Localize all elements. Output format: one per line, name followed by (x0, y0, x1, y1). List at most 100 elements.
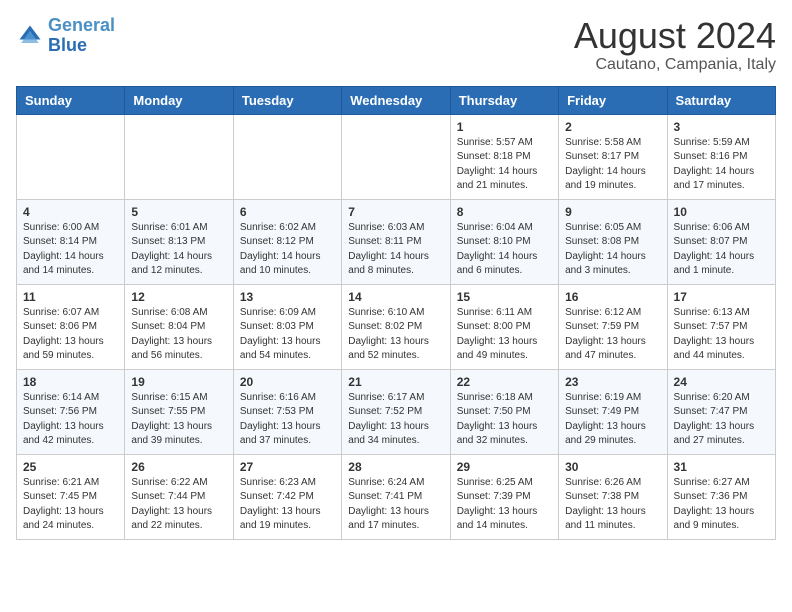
day-number: 28 (348, 460, 443, 474)
calendar-cell: 9 Sunrise: 6:05 AM Sunset: 8:08 PM Daylig… (559, 199, 667, 284)
calendar-cell: 28 Sunrise: 6:24 AM Sunset: 7:41 PM Dayli… (342, 454, 450, 539)
day-info: Sunrise: 6:10 AM Sunset: 8:02 PM Dayligh… (348, 306, 443, 364)
day-number: 9 (565, 205, 660, 219)
day-number: 25 (23, 460, 118, 474)
calendar-cell: 16 Sunrise: 6:12 AM Sunset: 7:59 PM Dayli… (559, 284, 667, 369)
weekday-header-saturday: Saturday (667, 86, 775, 114)
day-info: Sunrise: 6:08 AM Sunset: 8:04 PM Dayligh… (131, 306, 226, 364)
day-number: 8 (457, 205, 552, 219)
logo-text: General Blue (48, 16, 115, 56)
calendar-cell: 6Sunrise: 6:02 AM Sunset: 8:12 PM Daylig… (233, 199, 341, 284)
day-info: Sunrise: 6:12 AM Sunset: 7:59 PM Dayligh… (565, 306, 660, 364)
calendar-cell (342, 114, 450, 199)
calendar-cell: 1 Sunrise: 5:57 AM Sunset: 8:18 PM Daylig… (450, 114, 558, 199)
month-year: August 2024 (574, 16, 776, 56)
day-number: 27 (240, 460, 335, 474)
calendar-cell: 13 Sunrise: 6:09 AM Sunset: 8:03 PM Dayli… (233, 284, 341, 369)
day-number: 26 (131, 460, 226, 474)
week-row-2: 4 Sunrise: 6:00 AM Sunset: 8:14 PM Daylig… (17, 199, 776, 284)
day-info: Sunrise: 6:20 AM Sunset: 7:47 PM Dayligh… (674, 391, 769, 449)
calendar-cell: 27 Sunrise: 6:23 AM Sunset: 7:42 PM Dayli… (233, 454, 341, 539)
week-row-3: 11 Sunrise: 6:07 AM Sunset: 8:06 PM Dayli… (17, 284, 776, 369)
day-info: Sunrise: 6:11 AM Sunset: 8:00 PM Dayligh… (457, 306, 552, 364)
day-number: 23 (565, 375, 660, 389)
calendar-cell: 8 Sunrise: 6:04 AM Sunset: 8:10 PM Daylig… (450, 199, 558, 284)
day-number: 18 (23, 375, 118, 389)
logo-line2: Blue (48, 35, 87, 55)
day-number: 5 (131, 205, 226, 219)
calendar-cell: 22 Sunrise: 6:18 AM Sunset: 7:50 PM Dayli… (450, 369, 558, 454)
calendar-cell: 4 Sunrise: 6:00 AM Sunset: 8:14 PM Daylig… (17, 199, 125, 284)
day-number: 31 (674, 460, 769, 474)
day-info: Sunrise: 6:27 AM Sunset: 7:36 PM Dayligh… (674, 476, 769, 534)
day-info: Sunrise: 6:25 AM Sunset: 7:39 PM Dayligh… (457, 476, 552, 534)
day-info: Sunrise: 6:22 AM Sunset: 7:44 PM Dayligh… (131, 476, 226, 534)
day-info: Sunrise: 6:23 AM Sunset: 7:42 PM Dayligh… (240, 476, 335, 534)
day-info: Sunrise: 6:19 AM Sunset: 7:49 PM Dayligh… (565, 391, 660, 449)
day-number: 30 (565, 460, 660, 474)
calendar-cell: 5Sunrise: 6:01 AM Sunset: 8:13 PM Daylig… (125, 199, 233, 284)
day-number: 29 (457, 460, 552, 474)
day-info: Sunrise: 6:18 AM Sunset: 7:50 PM Dayligh… (457, 391, 552, 449)
day-number: 4 (23, 205, 118, 219)
day-info: Sunrise: 6:03 AM Sunset: 8:11 PM Dayligh… (348, 221, 443, 279)
day-info: Sunrise: 6:15 AM Sunset: 7:55 PM Dayligh… (131, 391, 226, 449)
calendar-cell: 3 Sunrise: 5:59 AM Sunset: 8:16 PM Daylig… (667, 114, 775, 199)
title-block: August 2024 Cautano, Campania, Italy (574, 16, 776, 74)
calendar-cell: 20Sunrise: 6:16 AM Sunset: 7:53 PM Dayli… (233, 369, 341, 454)
calendar-cell: 15 Sunrise: 6:11 AM Sunset: 8:00 PM Dayli… (450, 284, 558, 369)
day-number: 6 (240, 205, 335, 219)
weekday-header-sunday: Sunday (17, 86, 125, 114)
calendar-cell: 26 Sunrise: 6:22 AM Sunset: 7:44 PM Dayli… (125, 454, 233, 539)
calendar-cell: 30 Sunrise: 6:26 AM Sunset: 7:38 PM Dayli… (559, 454, 667, 539)
weekday-header-friday: Friday (559, 86, 667, 114)
day-info: Sunrise: 6:21 AM Sunset: 7:45 PM Dayligh… (23, 476, 118, 534)
calendar-cell: 18Sunrise: 6:14 AM Sunset: 7:56 PM Dayli… (17, 369, 125, 454)
calendar-cell: 19 Sunrise: 6:15 AM Sunset: 7:55 PM Dayli… (125, 369, 233, 454)
day-number: 21 (348, 375, 443, 389)
day-info: Sunrise: 5:58 AM Sunset: 8:17 PM Dayligh… (565, 136, 660, 194)
day-info: Sunrise: 6:04 AM Sunset: 8:10 PM Dayligh… (457, 221, 552, 279)
day-number: 17 (674, 290, 769, 304)
day-number: 22 (457, 375, 552, 389)
day-number: 16 (565, 290, 660, 304)
day-number: 13 (240, 290, 335, 304)
day-number: 2 (565, 120, 660, 134)
day-number: 12 (131, 290, 226, 304)
day-info: Sunrise: 6:07 AM Sunset: 8:06 PM Dayligh… (23, 306, 118, 364)
weekday-header-monday: Monday (125, 86, 233, 114)
day-number: 1 (457, 120, 552, 134)
location: Cautano, Campania, Italy (574, 56, 776, 74)
calendar-cell: 23 Sunrise: 6:19 AM Sunset: 7:49 PM Dayli… (559, 369, 667, 454)
weekday-header-wednesday: Wednesday (342, 86, 450, 114)
week-row-1: 1 Sunrise: 5:57 AM Sunset: 8:18 PM Daylig… (17, 114, 776, 199)
day-info: Sunrise: 6:26 AM Sunset: 7:38 PM Dayligh… (565, 476, 660, 534)
calendar-cell (233, 114, 341, 199)
day-info: Sunrise: 5:59 AM Sunset: 8:16 PM Dayligh… (674, 136, 769, 194)
day-info: Sunrise: 6:06 AM Sunset: 8:07 PM Dayligh… (674, 221, 769, 279)
day-info: Sunrise: 6:00 AM Sunset: 8:14 PM Dayligh… (23, 221, 118, 279)
calendar-cell: 24Sunrise: 6:20 AM Sunset: 7:47 PM Dayli… (667, 369, 775, 454)
calendar-cell (125, 114, 233, 199)
day-number: 20 (240, 375, 335, 389)
day-number: 7 (348, 205, 443, 219)
day-number: 3 (674, 120, 769, 134)
calendar-cell: 29 Sunrise: 6:25 AM Sunset: 7:39 PM Dayli… (450, 454, 558, 539)
day-info: Sunrise: 6:13 AM Sunset: 7:57 PM Dayligh… (674, 306, 769, 364)
calendar-cell (17, 114, 125, 199)
calendar-cell: 21Sunrise: 6:17 AM Sunset: 7:52 PM Dayli… (342, 369, 450, 454)
calendar-cell: 7 Sunrise: 6:03 AM Sunset: 8:11 PM Daylig… (342, 199, 450, 284)
day-info: Sunrise: 6:05 AM Sunset: 8:08 PM Dayligh… (565, 221, 660, 279)
calendar-cell: 25 Sunrise: 6:21 AM Sunset: 7:45 PM Dayli… (17, 454, 125, 539)
day-number: 11 (23, 290, 118, 304)
calendar-table: SundayMondayTuesdayWednesdayThursdayFrid… (16, 86, 776, 540)
day-info: Sunrise: 6:24 AM Sunset: 7:41 PM Dayligh… (348, 476, 443, 534)
day-info: Sunrise: 6:09 AM Sunset: 8:03 PM Dayligh… (240, 306, 335, 364)
day-info: Sunrise: 5:57 AM Sunset: 8:18 PM Dayligh… (457, 136, 552, 194)
week-row-4: 18Sunrise: 6:14 AM Sunset: 7:56 PM Dayli… (17, 369, 776, 454)
calendar-cell: 14 Sunrise: 6:10 AM Sunset: 8:02 PM Dayli… (342, 284, 450, 369)
weekday-header-thursday: Thursday (450, 86, 558, 114)
day-number: 19 (131, 375, 226, 389)
day-number: 14 (348, 290, 443, 304)
day-number: 15 (457, 290, 552, 304)
